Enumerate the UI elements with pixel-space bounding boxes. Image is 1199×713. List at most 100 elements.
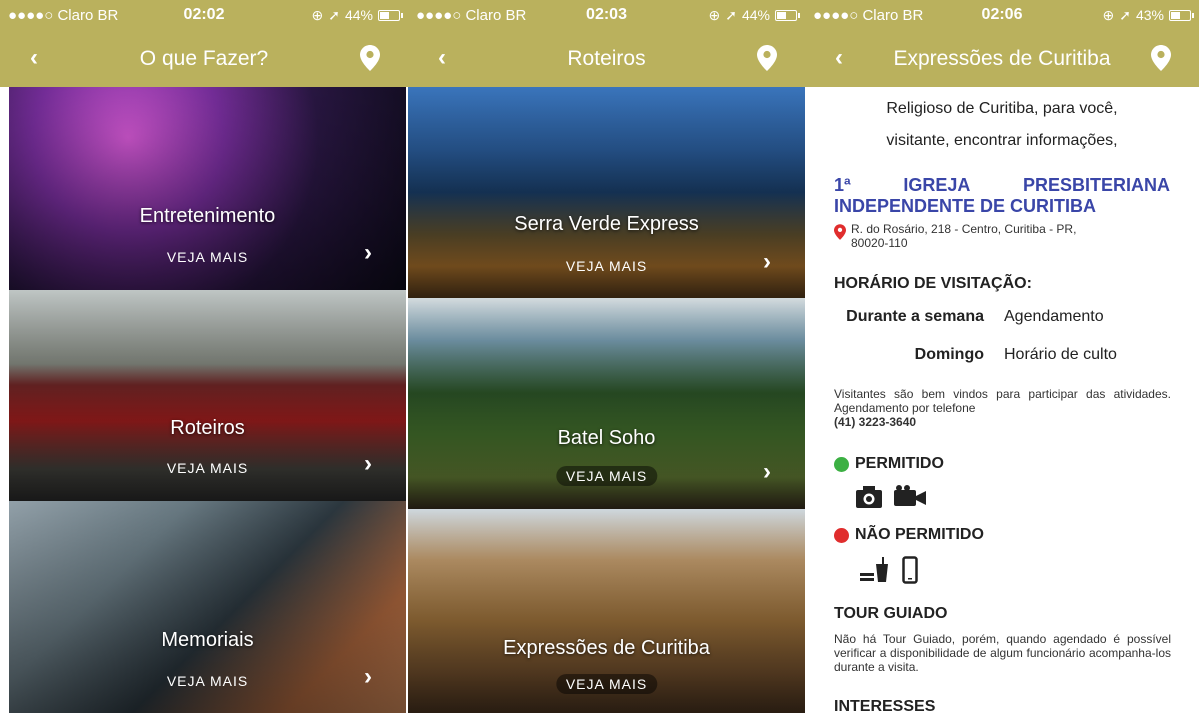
card-title: Expressões de Curitiba <box>503 637 710 659</box>
allowed-icons <box>855 485 927 509</box>
location-pin-icon <box>834 224 846 240</box>
nav-bar: ‹ O que Fazer? <box>0 30 408 87</box>
schedule-row: Domingo Horário de culto <box>805 346 1199 364</box>
map-pin-icon[interactable] <box>757 45 777 71</box>
not-allowed-label: NÃO PERMITIDO <box>855 526 984 543</box>
page-title: Expressões de Curitiba <box>893 46 1111 70</box>
card-title: Batel Soho <box>557 427 656 449</box>
church-title-num: 1ª <box>834 175 851 195</box>
nav-bar: ‹ Roteiros <box>408 30 805 87</box>
not-allowed-icons <box>860 556 918 584</box>
battery-percent: 43% <box>1135 7 1164 23</box>
chevron-right-icon: › <box>364 663 372 690</box>
card-serra-verde-express[interactable]: Serra Verde Express VEJA MAIS › <box>408 87 805 298</box>
detail-content[interactable]: Religioso de Curitiba, para você, visita… <box>805 87 1199 713</box>
church-title-word: IGREJA <box>903 175 971 195</box>
schedule-value: Agendamento <box>1004 308 1104 325</box>
card-title: Memoriais <box>161 629 254 651</box>
address-line: 80020-110 <box>851 236 908 250</box>
status-bar: ●●●●○ Claro BR 02:03 ⊕ ➚ 44% <box>408 0 805 30</box>
tour-text: Não há Tour Guiado, porém, quando agenda… <box>834 632 1171 674</box>
card-expressoes-de-curitiba[interactable]: Expressões de Curitiba VEJA MAIS <box>408 509 805 713</box>
battery-icon <box>378 9 403 21</box>
page-title: Roteiros <box>567 46 646 70</box>
clock: 02:06 <box>981 6 1023 23</box>
see-more-label: VEJA MAIS <box>166 460 249 476</box>
phone-icon <box>902 556 918 584</box>
camera-icon <box>856 486 882 508</box>
visit-hours-heading: HORÁRIO DE VISITAÇÃO: <box>834 275 1032 292</box>
screen-o-que-fazer: ●●●●○ Claro BR 02:02 ⊕ ➚ 44% ‹ O que Faz… <box>0 0 408 713</box>
status-icons: ⊕ ➚ 44% <box>708 6 800 24</box>
interests-heading: INTERESSES <box>834 698 936 713</box>
see-more-label: VEJA MAIS <box>166 249 249 265</box>
battery-percent: 44% <box>344 7 373 23</box>
card-title: Roteiros <box>170 417 245 439</box>
food-drink-icon <box>860 557 888 582</box>
back-button[interactable]: ‹ <box>438 44 446 72</box>
intro-line: Religioso de Curitiba, para você, <box>886 100 1118 117</box>
screen-roteiros: ●●●●○ Claro BR 02:03 ⊕ ➚ 44% ‹ Roteiros … <box>408 0 805 713</box>
status-icons: ⊕ ➚ 44% <box>311 6 403 24</box>
not-allowed-row: NÃO PERMITIDO <box>834 526 984 544</box>
schedule-value: Horário de culto <box>1004 346 1117 363</box>
phone-number[interactable]: (41) 3223-3640 <box>834 415 1171 429</box>
battery-icon <box>775 9 800 21</box>
tour-heading: TOUR GUIADO <box>834 605 948 622</box>
green-dot-icon <box>834 456 849 472</box>
allowed-label: PERMITIDO <box>855 455 944 472</box>
screen-expressoes-detail: ●●●●○ Claro BR 02:06 ⊕ ➚ 43% ‹ Expressõe… <box>805 0 1199 713</box>
orientation-lock-icon: ⊕ <box>708 6 721 23</box>
visitors-info: Visitantes são bem vindos para participa… <box>834 387 1171 429</box>
status-bar: ●●●●○ Claro BR 02:06 ⊕ ➚ 43% <box>805 0 1199 30</box>
red-dot-icon <box>834 527 849 543</box>
chevron-right-icon: › <box>763 248 771 275</box>
carrier-label: ●●●●○ Claro BR <box>416 6 527 24</box>
see-more-label: VEJA MAIS <box>555 466 658 486</box>
status-bar: ●●●●○ Claro BR 02:02 ⊕ ➚ 44% <box>0 0 408 30</box>
chevron-right-icon: › <box>364 239 372 266</box>
map-pin-icon[interactable] <box>360 45 380 71</box>
schedule-day: Durante a semana <box>846 308 984 325</box>
clock: 02:02 <box>183 6 225 23</box>
orientation-lock-icon: ⊕ <box>1102 6 1115 23</box>
nav-bar: ‹ Expressões de Curitiba <box>805 30 1199 87</box>
carrier-label: ●●●●○ Claro BR <box>813 6 924 24</box>
card-title: Serra Verde Express <box>514 213 699 235</box>
chevron-right-icon: › <box>364 450 372 477</box>
church-title-word: PRESBITERIANA <box>1022 175 1170 195</box>
battery-percent: 44% <box>741 7 770 23</box>
card-entretenimento[interactable]: Entretenimento VEJA MAIS › <box>9 87 406 290</box>
chevron-right-icon: › <box>763 458 771 485</box>
intro-text: Religioso de Curitiba, para você, visita… <box>805 87 1199 157</box>
allowed-row: PERMITIDO <box>834 455 944 473</box>
battery-icon <box>1169 9 1194 21</box>
card-memoriais[interactable]: Memoriais VEJA MAIS › <box>9 501 406 713</box>
see-more-label: VEJA MAIS <box>565 258 648 274</box>
visitors-text: Visitantes são bem vindos para participa… <box>834 387 1171 415</box>
video-camera-icon <box>894 485 926 506</box>
location-arrow-icon: ➚ <box>725 6 737 23</box>
card-roteiros[interactable]: Roteiros VEJA MAIS › <box>9 290 406 501</box>
schedule-row: Durante a semana Agendamento <box>805 308 1199 326</box>
church-title: 1ª IGREJA PRESBITERIANA INDEPENDENTE DE … <box>834 175 1170 217</box>
orientation-lock-icon: ⊕ <box>311 6 324 23</box>
carrier-label: ●●●●○ Claro BR <box>8 6 119 24</box>
see-more-label: VEJA MAIS <box>166 673 249 689</box>
clock: 02:03 <box>586 6 627 23</box>
see-more-label: VEJA MAIS <box>555 674 658 694</box>
address[interactable]: R. do Rosário, 218 - Centro, Curitiba - … <box>834 222 1076 250</box>
intro-line: visitante, encontrar informações, <box>886 132 1118 149</box>
location-arrow-icon: ➚ <box>1119 6 1131 23</box>
card-title: Entretenimento <box>139 205 276 227</box>
schedule-day: Domingo <box>914 346 984 363</box>
address-line: R. do Rosário, 218 - Centro, Curitiba - … <box>851 222 1077 236</box>
church-title-line2: INDEPENDENTE DE CURITIBA <box>834 196 1097 216</box>
status-icons: ⊕ ➚ 43% <box>1102 6 1194 24</box>
page-title: O que Fazer? <box>139 46 269 70</box>
map-pin-icon[interactable] <box>1151 45 1171 71</box>
card-batel-soho[interactable]: Batel Soho VEJA MAIS › <box>408 298 805 509</box>
back-button[interactable]: ‹ <box>835 44 843 72</box>
back-button[interactable]: ‹ <box>30 44 38 72</box>
location-arrow-icon: ➚ <box>328 6 340 23</box>
